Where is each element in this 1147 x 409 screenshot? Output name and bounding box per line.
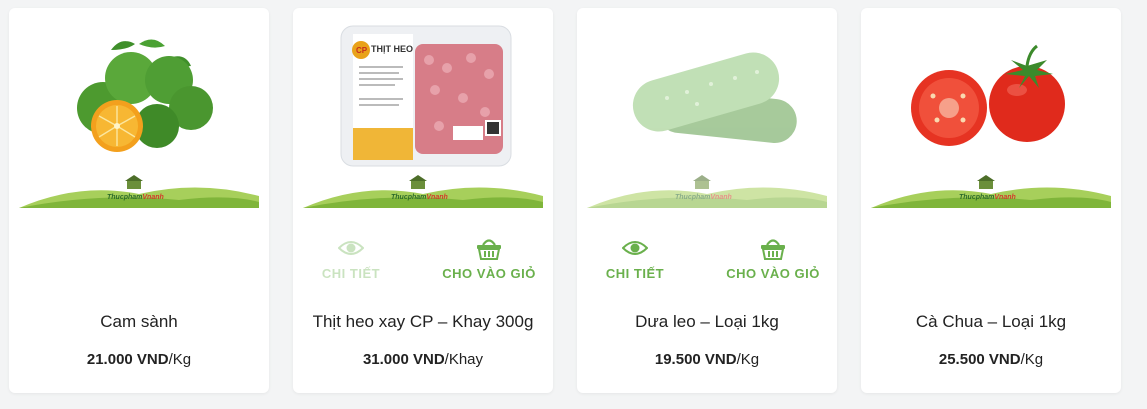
product-name[interactable]: Cam sành: [9, 312, 269, 332]
brand-logo: [303, 175, 543, 208]
basket-icon: [477, 239, 501, 260]
brand-logo: [587, 175, 827, 208]
product-name[interactable]: Cà Chua – Loại 1kg: [861, 312, 1121, 332]
product-name[interactable]: Thịt heo xay CP – Khay 300g: [293, 312, 553, 332]
brand-text: ThucphamVnanh: [107, 194, 164, 201]
product-price: 31.000 VND/Khay: [362, 351, 484, 368]
product-price: 25.500 VND/Kg: [938, 351, 1044, 368]
product-image-tomato[interactable]: ThucphamVnanh: [871, 8, 1111, 208]
product-image-cucumber[interactable]: ThucphamVnanh: [587, 8, 827, 208]
add-to-cart-button[interactable]: CHO VÀO GIỎ: [723, 236, 823, 281]
product-card-ca-chua[interactable]: ThucphamVnanh Cà Chua – Loại 1kg 25.500 …: [861, 8, 1121, 393]
svg-text:CP: CP: [356, 46, 368, 55]
product-card-thit-heo[interactable]: CP THỊT HEO ThucphamVnanh CHI TIẾT CHO V…: [293, 8, 553, 393]
basket-icon: [761, 239, 785, 260]
brand-text: ThucphamVnanh: [391, 194, 448, 201]
detail-button[interactable]: CHI TIẾT: [595, 236, 675, 281]
brand-logo: [871, 175, 1111, 208]
brand-text: ThucphamVnanh: [959, 194, 1016, 201]
eye-icon: [338, 241, 364, 255]
product-card-dua-leo[interactable]: ThucphamVnanh CHI TIẾT CHO VÀO GIỎ Dưa l…: [577, 8, 837, 393]
product-actions: CHI TIẾT CHO VÀO GIỎ: [577, 236, 837, 296]
eye-icon: [622, 241, 648, 255]
svg-text:THỊT HEO: THỊT HEO: [371, 44, 413, 54]
product-actions: CHI TIẾT CHO VÀO GIỎ: [293, 236, 553, 296]
add-to-cart-button[interactable]: CHO VÀO GIỎ: [439, 236, 539, 281]
brand-logo: [19, 175, 259, 208]
product-name[interactable]: Dưa leo – Loại 1kg: [577, 312, 837, 332]
detail-button[interactable]: CHI TIẾT: [311, 236, 391, 281]
product-price: 21.000 VND/Kg: [86, 351, 192, 368]
product-card-cam-sanh[interactable]: ThucphamVnanh Cam sành 21.000 VND/Kg: [9, 8, 269, 393]
product-image-pork[interactable]: CP THỊT HEO ThucphamVnanh: [303, 8, 543, 208]
product-price: 19.500 VND/Kg: [654, 351, 760, 368]
brand-text: ThucphamVnanh: [675, 194, 732, 201]
product-image-oranges[interactable]: ThucphamVnanh: [19, 8, 259, 208]
